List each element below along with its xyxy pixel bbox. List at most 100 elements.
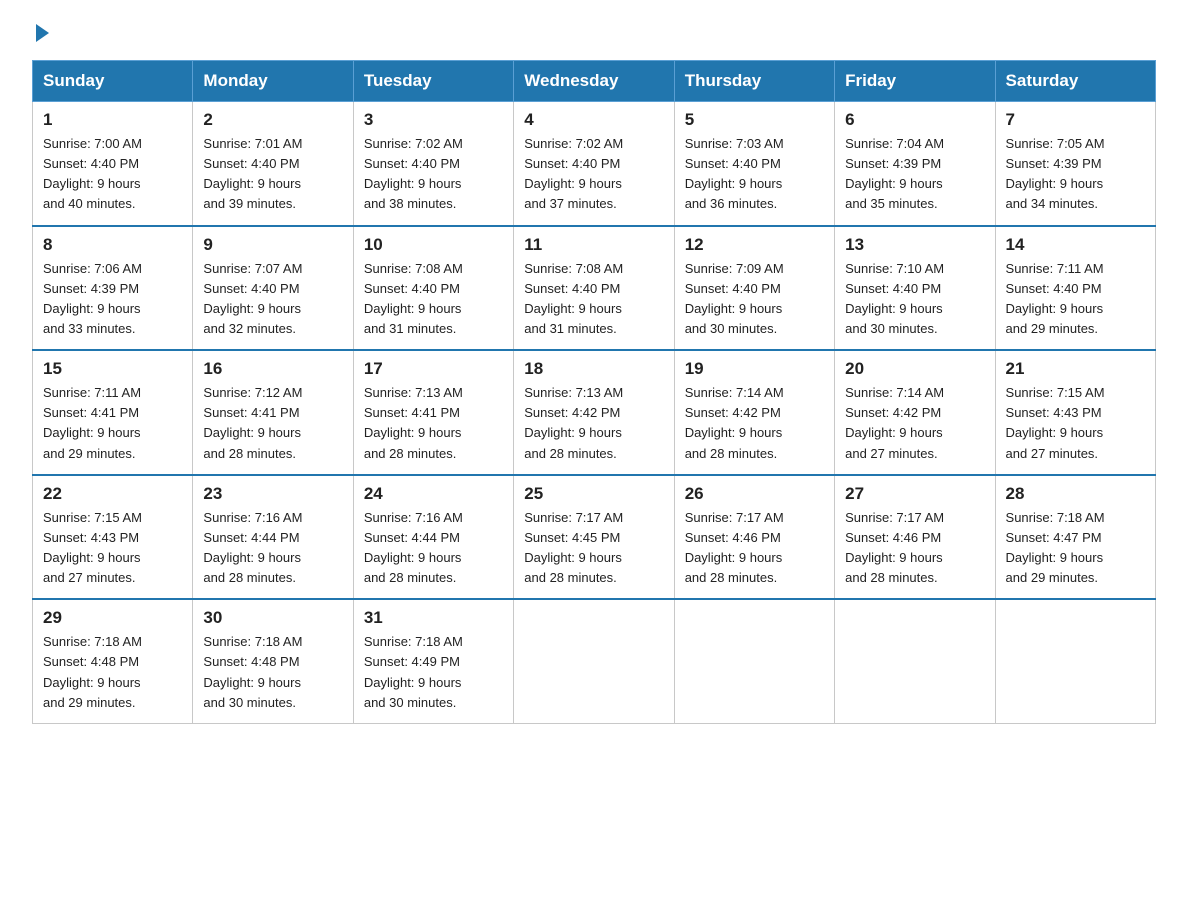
day-info: Sunrise: 7:04 AMSunset: 4:39 PMDaylight:… [845, 136, 944, 211]
day-info: Sunrise: 7:08 AMSunset: 4:40 PMDaylight:… [524, 261, 623, 336]
day-number: 27 [845, 484, 984, 504]
day-info: Sunrise: 7:06 AMSunset: 4:39 PMDaylight:… [43, 261, 142, 336]
calendar-day-cell: 1 Sunrise: 7:00 AMSunset: 4:40 PMDayligh… [33, 102, 193, 226]
calendar-week-row: 8 Sunrise: 7:06 AMSunset: 4:39 PMDayligh… [33, 226, 1156, 351]
day-info: Sunrise: 7:18 AMSunset: 4:47 PMDaylight:… [1006, 510, 1105, 585]
calendar-header-tuesday: Tuesday [353, 61, 513, 102]
day-number: 3 [364, 110, 503, 130]
day-info: Sunrise: 7:18 AMSunset: 4:48 PMDaylight:… [43, 634, 142, 709]
calendar-day-cell [674, 599, 834, 723]
calendar-day-cell: 9 Sunrise: 7:07 AMSunset: 4:40 PMDayligh… [193, 226, 353, 351]
day-number: 4 [524, 110, 663, 130]
calendar-day-cell [835, 599, 995, 723]
calendar-week-row: 1 Sunrise: 7:00 AMSunset: 4:40 PMDayligh… [33, 102, 1156, 226]
calendar-day-cell: 15 Sunrise: 7:11 AMSunset: 4:41 PMDaylig… [33, 350, 193, 475]
day-info: Sunrise: 7:16 AMSunset: 4:44 PMDaylight:… [364, 510, 463, 585]
calendar-week-row: 29 Sunrise: 7:18 AMSunset: 4:48 PMDaylig… [33, 599, 1156, 723]
page-header [32, 24, 1156, 42]
calendar-day-cell: 3 Sunrise: 7:02 AMSunset: 4:40 PMDayligh… [353, 102, 513, 226]
day-number: 13 [845, 235, 984, 255]
day-number: 15 [43, 359, 182, 379]
calendar-day-cell [514, 599, 674, 723]
calendar-day-cell: 17 Sunrise: 7:13 AMSunset: 4:41 PMDaylig… [353, 350, 513, 475]
calendar-day-cell: 24 Sunrise: 7:16 AMSunset: 4:44 PMDaylig… [353, 475, 513, 600]
calendar-day-cell: 28 Sunrise: 7:18 AMSunset: 4:47 PMDaylig… [995, 475, 1155, 600]
calendar-header-saturday: Saturday [995, 61, 1155, 102]
day-number: 14 [1006, 235, 1145, 255]
calendar-day-cell: 18 Sunrise: 7:13 AMSunset: 4:42 PMDaylig… [514, 350, 674, 475]
day-info: Sunrise: 7:02 AMSunset: 4:40 PMDaylight:… [524, 136, 623, 211]
day-number: 24 [364, 484, 503, 504]
calendar-day-cell: 26 Sunrise: 7:17 AMSunset: 4:46 PMDaylig… [674, 475, 834, 600]
calendar-day-cell: 10 Sunrise: 7:08 AMSunset: 4:40 PMDaylig… [353, 226, 513, 351]
day-info: Sunrise: 7:01 AMSunset: 4:40 PMDaylight:… [203, 136, 302, 211]
day-number: 19 [685, 359, 824, 379]
day-number: 5 [685, 110, 824, 130]
day-number: 21 [1006, 359, 1145, 379]
day-number: 11 [524, 235, 663, 255]
day-info: Sunrise: 7:16 AMSunset: 4:44 PMDaylight:… [203, 510, 302, 585]
day-number: 20 [845, 359, 984, 379]
day-info: Sunrise: 7:18 AMSunset: 4:48 PMDaylight:… [203, 634, 302, 709]
day-info: Sunrise: 7:12 AMSunset: 4:41 PMDaylight:… [203, 385, 302, 460]
calendar-table: SundayMondayTuesdayWednesdayThursdayFrid… [32, 60, 1156, 724]
day-info: Sunrise: 7:15 AMSunset: 4:43 PMDaylight:… [43, 510, 142, 585]
calendar-day-cell: 7 Sunrise: 7:05 AMSunset: 4:39 PMDayligh… [995, 102, 1155, 226]
day-info: Sunrise: 7:08 AMSunset: 4:40 PMDaylight:… [364, 261, 463, 336]
day-number: 30 [203, 608, 342, 628]
calendar-week-row: 15 Sunrise: 7:11 AMSunset: 4:41 PMDaylig… [33, 350, 1156, 475]
day-number: 6 [845, 110, 984, 130]
day-number: 28 [1006, 484, 1145, 504]
calendar-day-cell: 22 Sunrise: 7:15 AMSunset: 4:43 PMDaylig… [33, 475, 193, 600]
day-number: 22 [43, 484, 182, 504]
day-info: Sunrise: 7:18 AMSunset: 4:49 PMDaylight:… [364, 634, 463, 709]
calendar-header-monday: Monday [193, 61, 353, 102]
day-info: Sunrise: 7:17 AMSunset: 4:46 PMDaylight:… [845, 510, 944, 585]
day-info: Sunrise: 7:15 AMSunset: 4:43 PMDaylight:… [1006, 385, 1105, 460]
day-info: Sunrise: 7:14 AMSunset: 4:42 PMDaylight:… [685, 385, 784, 460]
calendar-header-wednesday: Wednesday [514, 61, 674, 102]
day-number: 17 [364, 359, 503, 379]
day-number: 25 [524, 484, 663, 504]
calendar-day-cell: 27 Sunrise: 7:17 AMSunset: 4:46 PMDaylig… [835, 475, 995, 600]
day-number: 10 [364, 235, 503, 255]
logo-triangle-icon [36, 24, 49, 42]
day-number: 23 [203, 484, 342, 504]
calendar-day-cell: 21 Sunrise: 7:15 AMSunset: 4:43 PMDaylig… [995, 350, 1155, 475]
logo-blue-text [32, 24, 49, 42]
day-number: 8 [43, 235, 182, 255]
day-number: 18 [524, 359, 663, 379]
calendar-header-thursday: Thursday [674, 61, 834, 102]
calendar-header-row: SundayMondayTuesdayWednesdayThursdayFrid… [33, 61, 1156, 102]
day-info: Sunrise: 7:07 AMSunset: 4:40 PMDaylight:… [203, 261, 302, 336]
day-info: Sunrise: 7:13 AMSunset: 4:41 PMDaylight:… [364, 385, 463, 460]
day-info: Sunrise: 7:11 AMSunset: 4:40 PMDaylight:… [1006, 261, 1104, 336]
calendar-day-cell: 6 Sunrise: 7:04 AMSunset: 4:39 PMDayligh… [835, 102, 995, 226]
logo [32, 24, 49, 42]
day-number: 16 [203, 359, 342, 379]
calendar-week-row: 22 Sunrise: 7:15 AMSunset: 4:43 PMDaylig… [33, 475, 1156, 600]
calendar-day-cell: 20 Sunrise: 7:14 AMSunset: 4:42 PMDaylig… [835, 350, 995, 475]
calendar-day-cell [995, 599, 1155, 723]
day-info: Sunrise: 7:17 AMSunset: 4:46 PMDaylight:… [685, 510, 784, 585]
calendar-day-cell: 8 Sunrise: 7:06 AMSunset: 4:39 PMDayligh… [33, 226, 193, 351]
day-info: Sunrise: 7:11 AMSunset: 4:41 PMDaylight:… [43, 385, 141, 460]
day-number: 31 [364, 608, 503, 628]
calendar-day-cell: 11 Sunrise: 7:08 AMSunset: 4:40 PMDaylig… [514, 226, 674, 351]
calendar-day-cell: 16 Sunrise: 7:12 AMSunset: 4:41 PMDaylig… [193, 350, 353, 475]
calendar-day-cell: 14 Sunrise: 7:11 AMSunset: 4:40 PMDaylig… [995, 226, 1155, 351]
day-info: Sunrise: 7:00 AMSunset: 4:40 PMDaylight:… [43, 136, 142, 211]
day-info: Sunrise: 7:13 AMSunset: 4:42 PMDaylight:… [524, 385, 623, 460]
day-number: 2 [203, 110, 342, 130]
calendar-day-cell: 31 Sunrise: 7:18 AMSunset: 4:49 PMDaylig… [353, 599, 513, 723]
day-number: 1 [43, 110, 182, 130]
calendar-day-cell: 23 Sunrise: 7:16 AMSunset: 4:44 PMDaylig… [193, 475, 353, 600]
day-number: 12 [685, 235, 824, 255]
day-info: Sunrise: 7:02 AMSunset: 4:40 PMDaylight:… [364, 136, 463, 211]
calendar-day-cell: 25 Sunrise: 7:17 AMSunset: 4:45 PMDaylig… [514, 475, 674, 600]
day-info: Sunrise: 7:17 AMSunset: 4:45 PMDaylight:… [524, 510, 623, 585]
calendar-day-cell: 29 Sunrise: 7:18 AMSunset: 4:48 PMDaylig… [33, 599, 193, 723]
day-number: 26 [685, 484, 824, 504]
day-info: Sunrise: 7:05 AMSunset: 4:39 PMDaylight:… [1006, 136, 1105, 211]
day-number: 9 [203, 235, 342, 255]
